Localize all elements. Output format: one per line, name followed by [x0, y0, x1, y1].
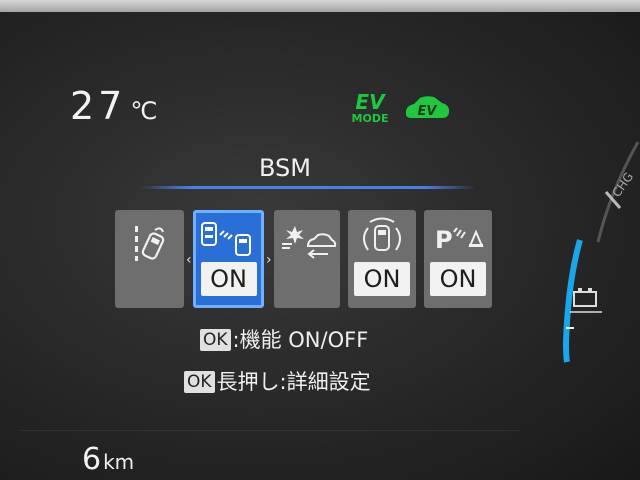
parking-support-status-badge: ON — [354, 262, 410, 296]
blind-spot-monitor-icon — [201, 222, 251, 256]
ev-badge-text: EV — [418, 104, 438, 119]
tile-parking-sensor[interactable]: P ON — [424, 210, 492, 308]
title-underline — [140, 186, 475, 189]
hint-long-press: OK 長押し:詳細設定 — [184, 366, 371, 396]
hint-toggle: OK:機能 ON/OFF — [200, 324, 368, 354]
charge-label: CHG — [609, 170, 636, 200]
chevron-right-icon: › — [266, 252, 272, 268]
ok-button-label: OK — [200, 329, 231, 351]
tile-parking-support[interactable]: ON — [348, 210, 416, 308]
lane-departure-icon — [135, 226, 165, 261]
outside-temperature: 27 ℃ — [70, 84, 157, 128]
battery-icon — [573, 291, 597, 307]
parking-support-icon — [363, 217, 401, 251]
parking-sensor-status-badge: ON — [430, 262, 486, 296]
menu-title: BSM — [259, 154, 311, 182]
ev-car-icon: EV — [402, 94, 452, 126]
ev-mode-indicator: EV MODE — [346, 92, 394, 125]
parking-sensor-icon: P — [435, 226, 484, 254]
bsm-status-badge: ON — [200, 262, 257, 296]
hint-toggle-text: :機能 ON/OFF — [232, 328, 369, 352]
trip-distance: 6 km — [82, 442, 134, 477]
instrument-display: 27 ℃ EV MODE EV BSM ‹ ON › ON P ON OK:機… — [0, 12, 640, 480]
hint-long-press-text: 長押し:詳細設定 — [216, 370, 371, 394]
distance-value: 6 — [82, 442, 102, 477]
tile-blind-spot-monitor[interactable]: ON — [193, 210, 264, 308]
chevron-left-icon: ‹ — [186, 252, 192, 268]
temperature-unit: ℃ — [130, 97, 158, 125]
pre-collision-icon — [282, 226, 337, 259]
ev-mode-mode-text: MODE — [351, 112, 389, 125]
tile-pre-collision[interactable] — [274, 210, 340, 308]
temperature-value: 27 — [70, 84, 127, 128]
hybrid-system-gauge: CHG — [562, 141, 640, 363]
svg-text:P: P — [435, 226, 453, 254]
ok-button-label: OK — [184, 371, 215, 393]
ev-mode-ev-text: EV — [355, 90, 385, 114]
divider — [20, 430, 520, 431]
distance-unit: km — [103, 450, 135, 474]
tile-lane-departure[interactable] — [115, 210, 184, 308]
